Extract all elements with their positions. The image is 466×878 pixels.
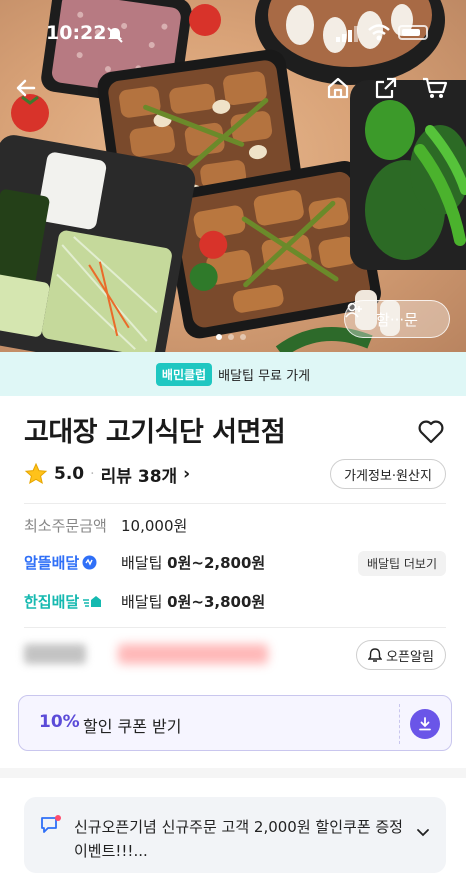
store-notice[interactable]: 신규오픈기념 신규주문 고객 2,000원 할인쿠폰 증정 이벤트!!!... xyxy=(24,797,446,873)
more-tips-button[interactable]: 배달팁 더보기 xyxy=(357,551,446,576)
section-separator xyxy=(0,768,466,778)
arrow-left-icon xyxy=(16,79,36,97)
carousel-indicator xyxy=(216,334,246,340)
group-order-label: 함···문 xyxy=(376,310,418,329)
house-speed-icon xyxy=(83,596,102,607)
divider xyxy=(24,503,446,504)
min-order-value: 10,000원 xyxy=(121,516,188,535)
carousel-dot xyxy=(240,334,246,340)
star-icon xyxy=(24,462,48,485)
cellular-signal-icon xyxy=(336,26,358,42)
favorite-heart-icon[interactable] xyxy=(418,420,444,444)
club-badge: 배민클럽 xyxy=(155,362,213,386)
coupon-banner[interactable]: 10% 할인 쿠폰 받기 xyxy=(18,695,452,751)
tip-label: 배달팁 xyxy=(121,553,168,572)
min-order-row: 최소주문금액 10,000원 xyxy=(24,511,446,539)
share-icon xyxy=(375,77,397,99)
status-time: 10:22 xyxy=(46,22,107,44)
coupon-download-button[interactable] xyxy=(410,709,440,739)
store-name: 고대장 고기식단 서면점 xyxy=(24,417,286,448)
store-info-button[interactable]: 가게정보·원산지 xyxy=(330,459,446,489)
bell-icon xyxy=(368,647,383,662)
alddeul-brand: 알뜰배달 xyxy=(24,552,121,573)
chevron-down-icon[interactable] xyxy=(416,825,430,839)
alddeul-tip: 배달팁 0원~2,800원 xyxy=(121,552,265,573)
share-button[interactable] xyxy=(374,76,408,110)
club-banner-text: 배달팁 무료 가게 xyxy=(218,368,311,384)
hanjip-delivery-row: 한집배달 배달팁 0원~3,800원 xyxy=(24,587,446,615)
bell-muted-icon xyxy=(107,27,123,43)
status-bar: 10:22 xyxy=(0,22,466,48)
cart-button[interactable] xyxy=(422,76,456,110)
store-hero-image[interactable]: 10:22 함···문 xyxy=(0,0,466,352)
carousel-dot xyxy=(228,334,234,340)
notice-text: 신규오픈기념 신규주문 고객 2,000원 할인쿠폰 증정 이벤트!!!... xyxy=(74,818,403,860)
coupon-label: 할인 쿠폰 받기 xyxy=(83,717,182,736)
alddeul-logo-icon xyxy=(82,555,97,569)
cart-icon xyxy=(423,77,448,98)
group-order-button[interactable]: 함···문 xyxy=(344,300,450,338)
add-person-icon xyxy=(345,302,362,318)
home-button[interactable] xyxy=(326,76,360,110)
announcement-icon xyxy=(41,815,61,833)
blurred-hours-value xyxy=(118,644,268,664)
download-icon xyxy=(419,717,431,731)
reviews-link[interactable]: 리뷰 38개 › xyxy=(101,462,191,487)
coupon-percent: 10% xyxy=(39,712,80,732)
review-label: 리뷰 xyxy=(100,466,132,487)
wifi-icon xyxy=(368,24,390,41)
rating-value: 5.0 xyxy=(54,464,85,484)
battery-icon xyxy=(398,25,428,40)
hanjip-tip: 배달팁 0원~3,800원 xyxy=(121,591,265,612)
tip-value: 0원~2,800원 xyxy=(167,553,266,572)
carousel-dot xyxy=(216,334,222,340)
review-count: 38개 xyxy=(137,466,178,487)
back-button[interactable] xyxy=(14,76,48,110)
divider xyxy=(24,627,446,628)
hanjip-label: 한집배달 xyxy=(24,592,80,611)
coupon-divider xyxy=(399,704,400,744)
tip-value: 0원~3,800원 xyxy=(167,592,266,611)
dot-separator: · xyxy=(90,466,95,482)
min-order-label: 최소주문금액 xyxy=(24,516,107,535)
open-alert-button[interactable]: 오픈알림 xyxy=(356,640,446,670)
baemin-club-banner[interactable]: 배민클럽 배달팁 무료 가게 xyxy=(0,352,466,396)
chevron-right-icon: › xyxy=(183,464,191,484)
alddeul-label: 알뜰배달 xyxy=(24,553,80,572)
tip-label: 배달팁 xyxy=(121,592,168,611)
hanjip-brand: 한집배달 xyxy=(24,591,121,612)
open-alert-label: 오픈알림 xyxy=(386,649,434,665)
blurred-hours-label xyxy=(24,644,86,664)
home-icon xyxy=(327,77,349,99)
